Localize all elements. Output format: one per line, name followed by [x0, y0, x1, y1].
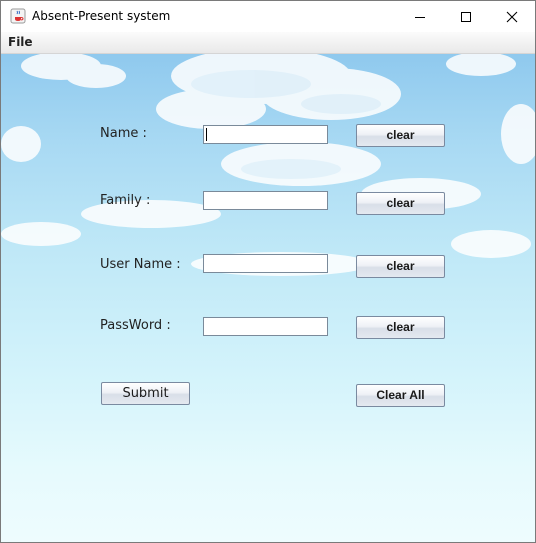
form-panel: Name : clear Family : clear User Name : … [1, 54, 535, 542]
maximize-button[interactable] [443, 1, 489, 32]
java-cup-icon [10, 8, 26, 24]
clear-password-button[interactable]: clear [356, 316, 445, 339]
menu-file[interactable]: File [8, 35, 33, 49]
window-title: Absent-Present system [32, 9, 171, 23]
sky-background [1, 54, 535, 276]
family-input[interactable] [203, 191, 328, 210]
password-input[interactable] [203, 317, 328, 336]
text-caret [206, 128, 207, 141]
minimize-icon [414, 11, 426, 23]
name-input[interactable] [203, 125, 328, 144]
name-label: Name : [100, 126, 147, 141]
submit-button[interactable]: Submit [101, 382, 190, 405]
minimize-button[interactable] [397, 1, 443, 32]
app-window: Absent-Present system File Name: clear … [0, 0, 536, 543]
password-label: PassWord : [100, 318, 171, 333]
maximize-icon [460, 11, 472, 23]
family-label: Family : [100, 193, 151, 208]
close-icon [506, 11, 518, 23]
clear-name-button[interactable]: clear [356, 124, 445, 147]
clear-username-button[interactable]: clear [356, 255, 445, 278]
title-bar: Absent-Present system [1, 1, 535, 32]
clear-all-button[interactable]: Clear All [356, 384, 445, 407]
username-label: User Name : [100, 257, 181, 272]
close-button[interactable] [489, 1, 535, 32]
clear-family-button[interactable]: clear [356, 192, 445, 215]
menu-bar: File [1, 32, 535, 54]
username-input[interactable] [203, 254, 328, 273]
